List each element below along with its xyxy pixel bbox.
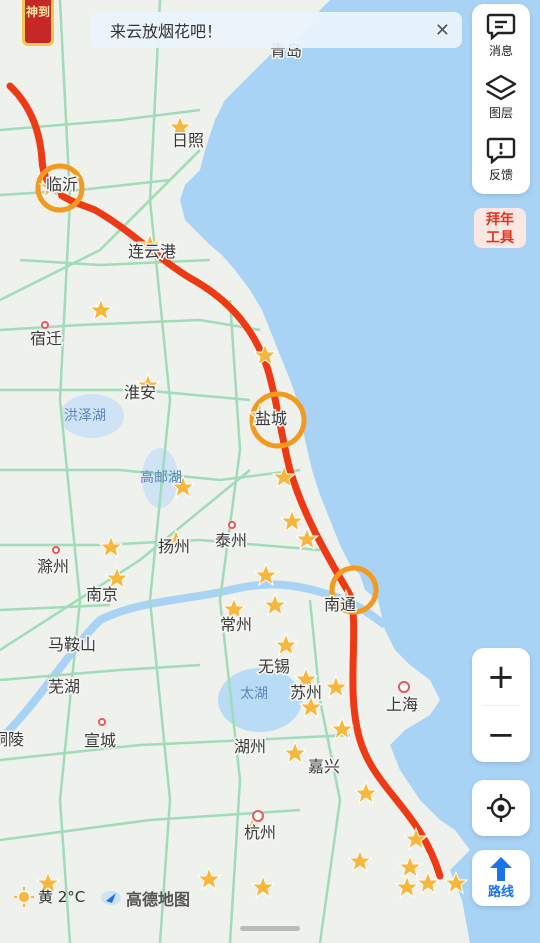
city-label-tongling: 铜陵 xyxy=(0,730,24,749)
locate-button[interactable] xyxy=(472,780,530,836)
messages-label: 消息 xyxy=(488,43,513,58)
feedback-label: 反馈 xyxy=(488,167,513,182)
city-label-chuzhou: 滁州 xyxy=(37,557,69,576)
city-label-jiaxing: 嘉兴 xyxy=(308,757,340,776)
close-icon[interactable]: ✕ xyxy=(435,20,450,41)
lake-label-gaoyou: 高邮湖 xyxy=(140,469,182,486)
feedback-icon xyxy=(486,137,516,164)
map-canvas[interactable]: 青岛 日照 临沂 连云港 宿迁 淮安 盐城 扬州 泰州 滁州 南京 南通 常州 … xyxy=(0,0,540,943)
city-label-rizhao: 日照 xyxy=(172,131,204,150)
lake-label-hongze: 洪泽湖 xyxy=(64,408,106,424)
checkin-badge[interactable]: 神到 xyxy=(22,0,54,46)
layers-label: 图层 xyxy=(488,105,513,120)
plus-icon: + xyxy=(486,656,516,697)
amap-logo-icon xyxy=(101,891,121,905)
city-label-linyi: 临沂 xyxy=(46,175,78,194)
weather-widget[interactable]: 黄 2°C xyxy=(14,886,85,907)
minus-icon: − xyxy=(486,714,516,755)
zoom-out-button[interactable]: − xyxy=(472,706,530,763)
brand-text: 高德地图 xyxy=(126,890,191,909)
city-label-yangzhou: 扬州 xyxy=(158,537,190,556)
sun-icon xyxy=(14,886,34,907)
messages-button[interactable]: 消息 xyxy=(472,4,530,66)
promo-graphic: 拜年 工具 xyxy=(474,208,526,248)
notice-text: 来云放烟花吧！ xyxy=(110,22,223,41)
city-label-xuancheng: 宣城 xyxy=(84,731,116,750)
layers-button[interactable]: 图层 xyxy=(472,66,530,128)
map-toolbar: 消息 图层 反馈 xyxy=(472,4,530,194)
locate-icon xyxy=(487,794,515,822)
city-label-wuhu: 芜湖 xyxy=(48,677,80,696)
city-label-yancheng: 盐城 xyxy=(255,409,287,428)
route-label: 路线 xyxy=(487,884,514,900)
promo-text-line1: 拜年 xyxy=(486,211,514,228)
layers-icon xyxy=(485,74,517,100)
route-arrow-icon xyxy=(490,856,512,881)
city-label-lianyungang: 连云港 xyxy=(128,242,176,261)
city-label-wuxi: 无锡 xyxy=(258,657,290,676)
promo-text-line2: 工具 xyxy=(486,230,514,246)
message-icon xyxy=(486,13,516,40)
city-label-hangzhou: 杭州 xyxy=(244,823,276,842)
city-label-suqian: 宿迁 xyxy=(30,329,62,348)
city-label-nanjing: 南京 xyxy=(86,585,118,604)
lake-label-taihu: 太湖 xyxy=(240,686,268,702)
city-label-huzhou: 湖州 xyxy=(234,737,266,756)
city-label-huaian: 淮安 xyxy=(124,383,156,402)
drawer-handle[interactable] xyxy=(240,926,300,931)
city-label-maanshan: 马鞍山 xyxy=(48,635,96,654)
route-button[interactable]: 路线 xyxy=(472,850,530,906)
new-year-promo[interactable]: 拜年 工具 xyxy=(472,204,528,252)
zoom-control: + − xyxy=(472,648,530,762)
feedback-button[interactable]: 反馈 xyxy=(472,128,530,190)
brand-logo: 高德地图 xyxy=(100,886,190,910)
city-label-suzhou: 苏州 xyxy=(290,683,322,702)
zoom-in-button[interactable]: + xyxy=(472,648,530,705)
city-label-taizhou: 泰州 xyxy=(215,531,247,550)
city-label-shanghai: 上海 xyxy=(386,695,418,714)
checkin-badge-text: 神到 xyxy=(25,5,50,19)
city-label-nantong: 南通 xyxy=(324,595,356,614)
weather-text: 黄 2°C xyxy=(38,888,86,906)
city-label-changzhou: 常州 xyxy=(220,615,252,634)
notice-banner[interactable]: 来云放烟花吧！ ✕ xyxy=(90,12,462,48)
